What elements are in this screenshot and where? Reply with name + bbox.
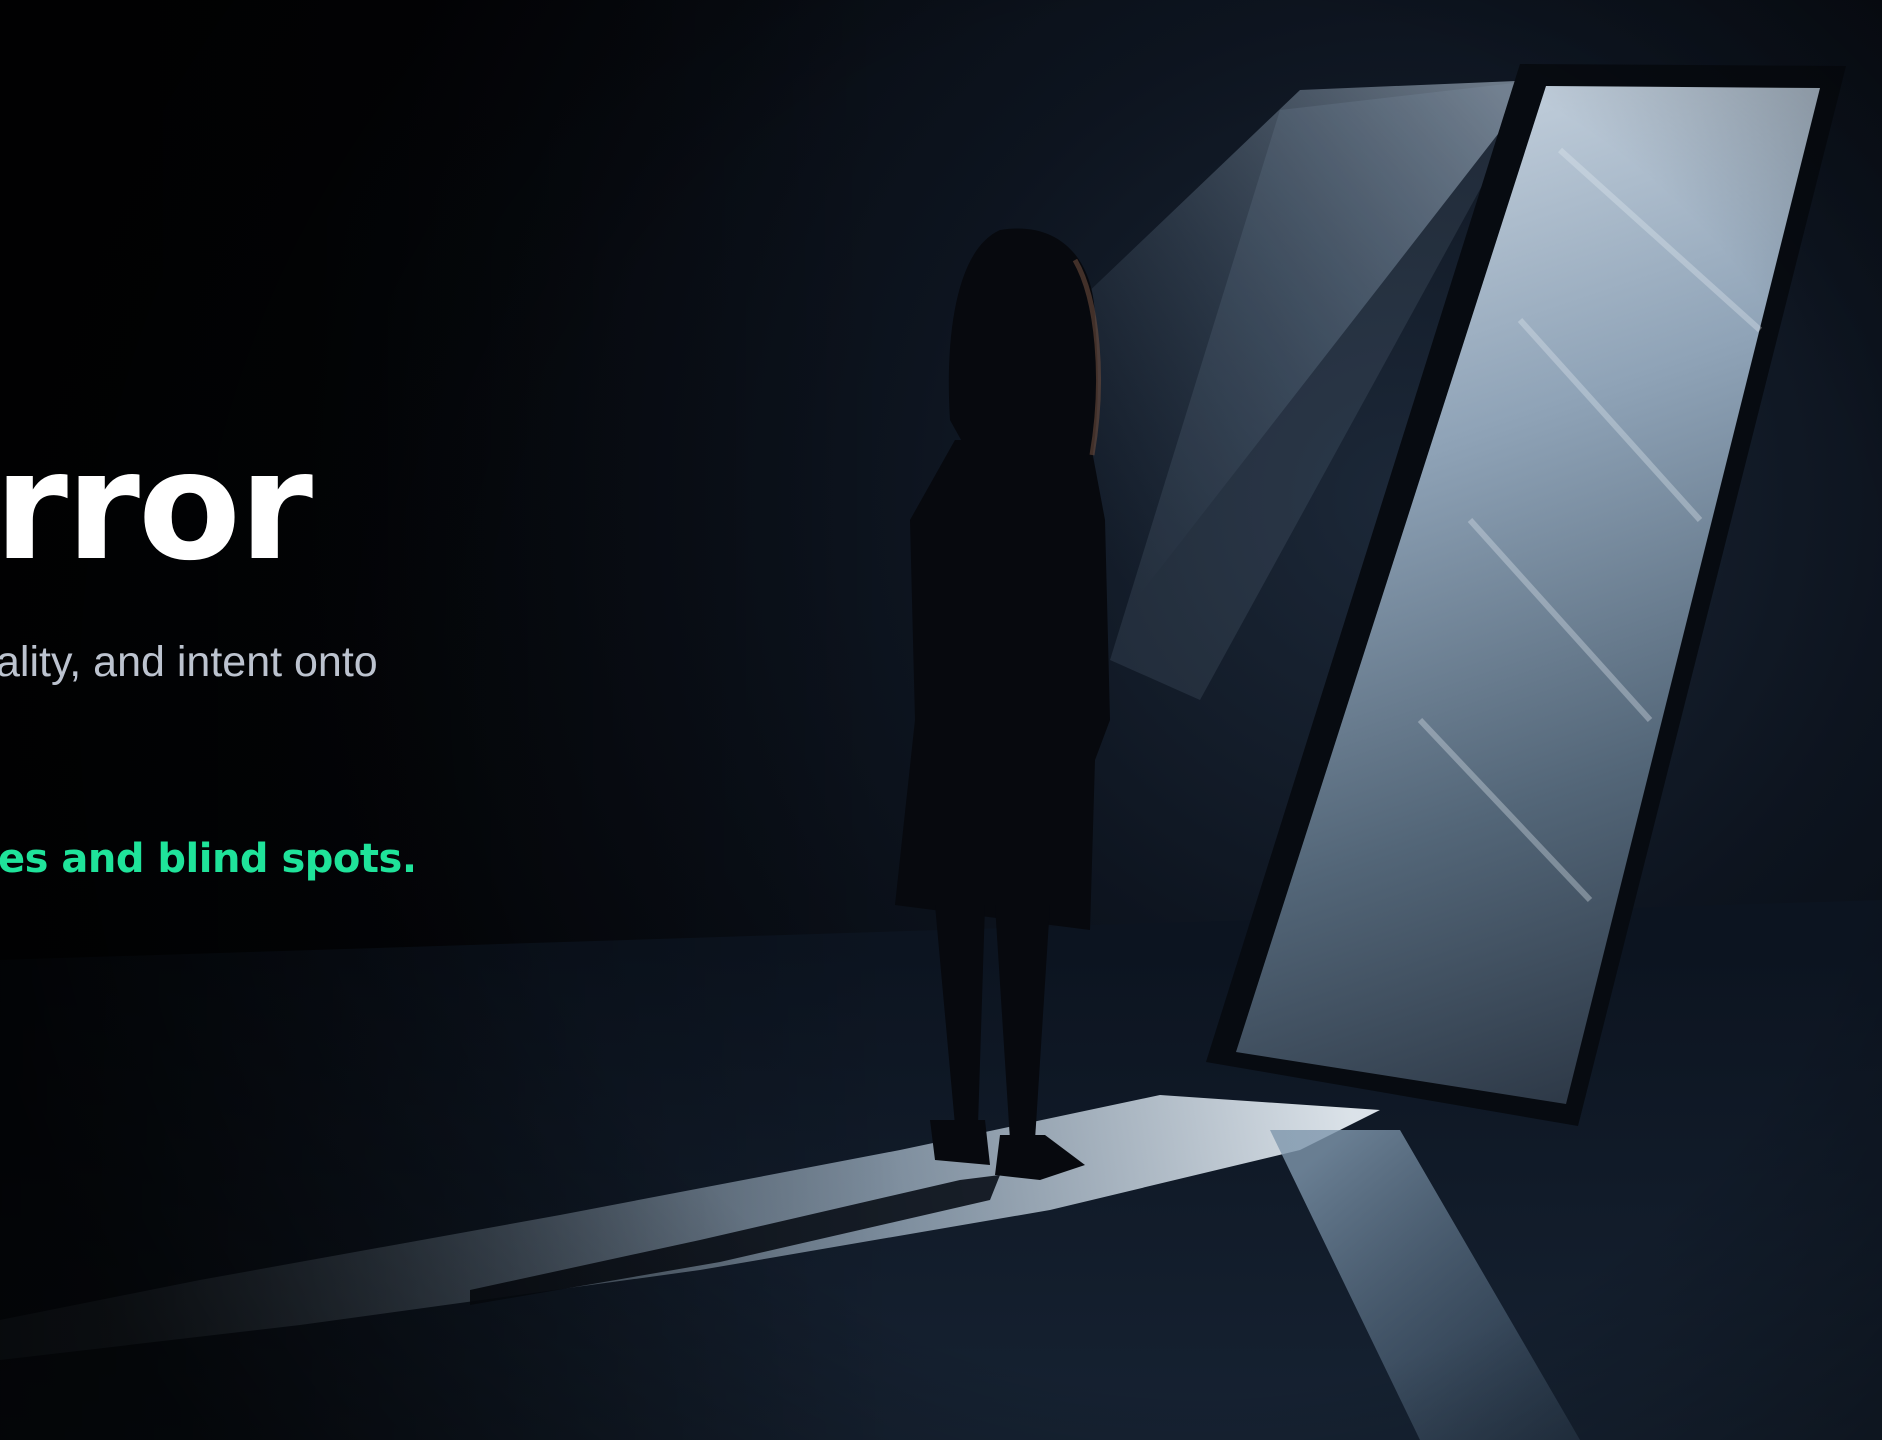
hero-background-image xyxy=(0,0,1882,1440)
hero-tagline: es and blind spots. xyxy=(0,836,417,882)
hero-headline: rror xyxy=(0,420,313,594)
hero-subtitle: ality, and intent onto xyxy=(0,638,378,686)
hero-section: rror ality, and intent onto es and blind… xyxy=(0,0,1882,1440)
